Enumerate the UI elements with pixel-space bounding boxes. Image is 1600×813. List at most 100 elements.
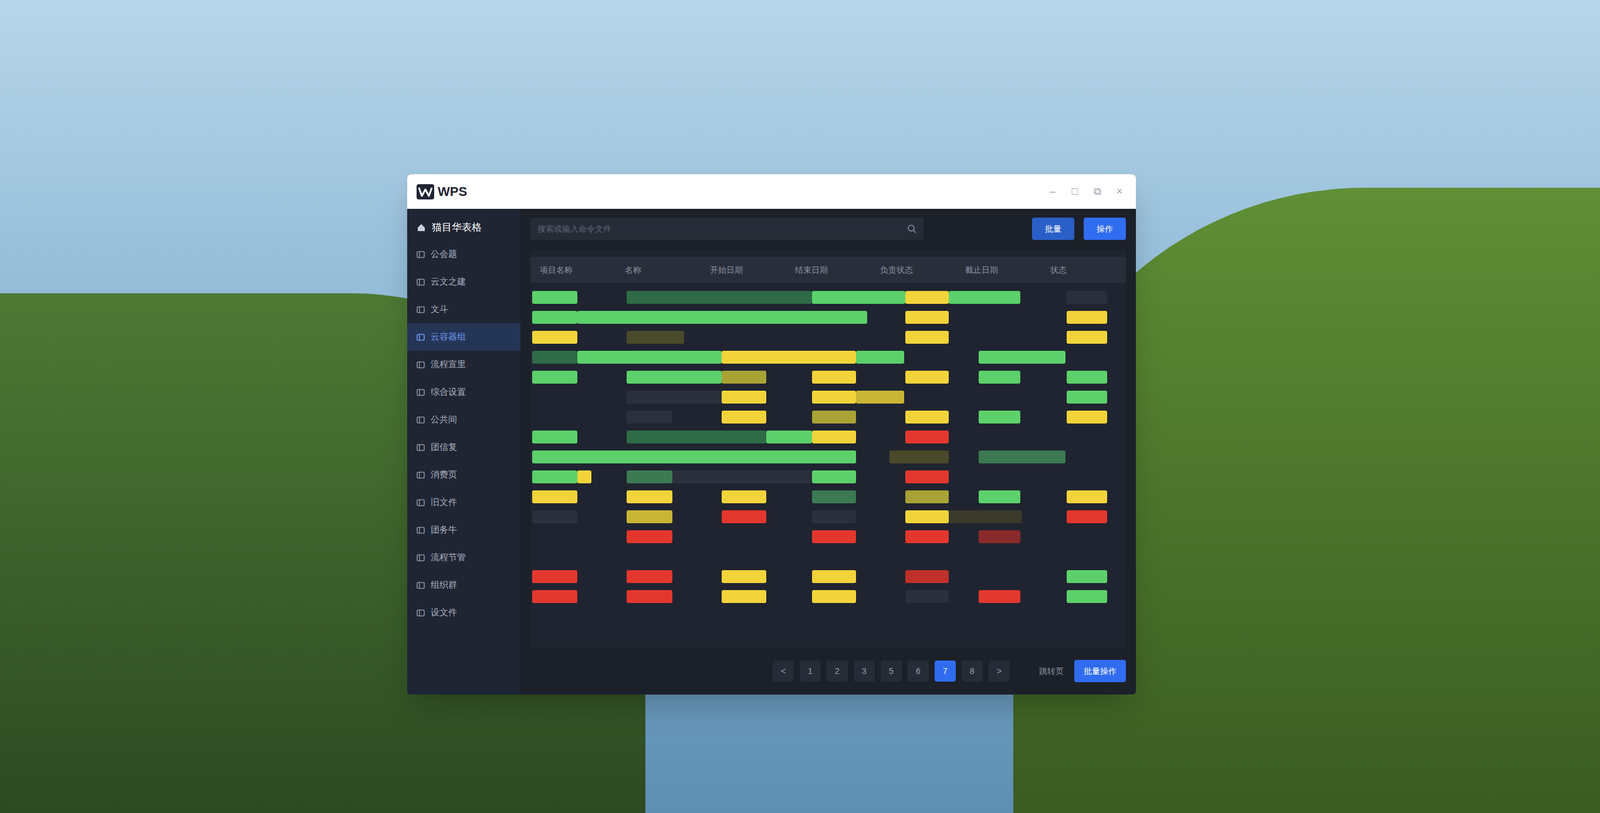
sidebar-item[interactable]: 流程节管 xyxy=(407,543,521,572)
batch-action-button[interactable]: 批量操作 xyxy=(1074,660,1126,683)
gantt-bar[interactable] xyxy=(812,570,857,584)
gantt-bar[interactable] xyxy=(978,350,1066,364)
page-button[interactable]: < xyxy=(772,660,794,682)
gantt-bar[interactable] xyxy=(905,490,949,504)
gantt-bar[interactable] xyxy=(577,310,868,324)
table-row[interactable] xyxy=(530,367,1126,388)
toolbar-button[interactable]: 批量 xyxy=(1032,217,1075,240)
column-header[interactable]: 结束日期 xyxy=(785,264,871,277)
table-row[interactable] xyxy=(530,307,1126,328)
gantt-bar[interactable] xyxy=(812,291,906,304)
gantt-bar[interactable] xyxy=(905,370,949,384)
gantt-bar[interactable] xyxy=(721,590,766,604)
gantt-bar[interactable] xyxy=(812,490,857,504)
table-row[interactable] xyxy=(530,586,1126,607)
gantt-bar[interactable] xyxy=(532,291,578,304)
gantt-bar[interactable] xyxy=(905,430,949,444)
gantt-bar[interactable] xyxy=(532,570,578,584)
sidebar-item[interactable]: 云文之建 xyxy=(407,268,521,296)
gantt-bar[interactable] xyxy=(1066,310,1108,324)
gantt-bar[interactable] xyxy=(1066,510,1108,524)
table-row[interactable] xyxy=(530,546,1126,567)
gantt-bar[interactable] xyxy=(532,310,578,324)
gantt-bar[interactable] xyxy=(721,410,766,424)
gantt-bar[interactable] xyxy=(978,370,1021,384)
gantt-bar[interactable] xyxy=(1066,490,1108,504)
gantt-bar[interactable] xyxy=(905,510,949,524)
page-button[interactable]: 3 xyxy=(853,660,875,682)
gantt-bar[interactable] xyxy=(978,450,1066,464)
column-header[interactable]: 名称 xyxy=(615,264,701,277)
page-button[interactable]: 5 xyxy=(880,660,902,682)
gantt-bar[interactable] xyxy=(812,410,857,424)
sidebar-item[interactable]: 综合设置 xyxy=(407,378,521,407)
gantt-bar[interactable] xyxy=(856,350,904,364)
gantt-bar[interactable] xyxy=(626,590,673,604)
search-input[interactable] xyxy=(537,222,908,236)
column-header[interactable]: 截止日期 xyxy=(955,264,1041,277)
gantt-bar[interactable] xyxy=(1066,410,1108,424)
gantt-bar[interactable] xyxy=(626,470,673,484)
sidebar-item[interactable]: 云容器组 xyxy=(407,323,521,351)
sidebar-item[interactable]: 消费页 xyxy=(407,461,521,489)
table-row[interactable] xyxy=(530,486,1126,507)
gantt-bar[interactable] xyxy=(1066,291,1108,304)
gantt-bar[interactable] xyxy=(812,530,857,544)
gantt-bar[interactable] xyxy=(672,470,813,484)
table-row[interactable] xyxy=(530,347,1126,368)
gantt-bar[interactable] xyxy=(905,530,949,544)
gantt-bar[interactable] xyxy=(577,350,723,364)
table-row[interactable] xyxy=(530,566,1126,587)
page-button[interactable]: 2 xyxy=(826,660,848,682)
gantt-bar[interactable] xyxy=(978,590,1021,604)
gantt-bar[interactable] xyxy=(721,350,857,364)
gantt-bar[interactable] xyxy=(812,590,857,604)
gantt-bar[interactable] xyxy=(812,430,857,444)
gantt-bar[interactable] xyxy=(721,570,766,584)
gantt-bar[interactable] xyxy=(532,430,578,444)
sidebar-item[interactable]: 流程宣里 xyxy=(407,350,521,379)
gantt-bar[interactable] xyxy=(978,490,1021,504)
gantt-bar[interactable] xyxy=(532,470,578,484)
page-button[interactable]: 6 xyxy=(907,660,929,682)
gantt-bar[interactable] xyxy=(721,510,766,524)
gantt-bar[interactable] xyxy=(766,430,813,444)
gantt-bar[interactable] xyxy=(626,291,813,304)
window-control-button[interactable]: ⧉ xyxy=(1090,183,1105,200)
table-row[interactable] xyxy=(530,387,1126,408)
sidebar-item[interactable]: 公共间 xyxy=(407,406,521,434)
gantt-bar[interactable] xyxy=(905,590,949,604)
gantt-bar[interactable] xyxy=(626,430,767,444)
gantt-bar[interactable] xyxy=(532,350,578,364)
gantt-bar[interactable] xyxy=(532,450,857,464)
gantt-bar[interactable] xyxy=(812,510,857,524)
gantt-bar[interactable] xyxy=(978,530,1021,544)
gantt-bar[interactable] xyxy=(905,570,949,584)
gantt-bar[interactable] xyxy=(1066,370,1108,384)
table-row[interactable] xyxy=(530,287,1126,308)
sidebar-item[interactable]: 旧文件 xyxy=(407,488,521,517)
gantt-bar[interactable] xyxy=(948,291,1021,304)
gantt-bar[interactable] xyxy=(856,390,904,404)
sidebar-item[interactable]: 团务牛 xyxy=(407,516,521,544)
table-row[interactable] xyxy=(530,526,1126,547)
gantt-bar[interactable] xyxy=(577,470,593,484)
gantt-bar[interactable] xyxy=(532,490,578,504)
gantt-bar[interactable] xyxy=(626,370,722,384)
gantt-bar[interactable] xyxy=(626,330,685,344)
table-row[interactable] xyxy=(530,407,1126,428)
page-button[interactable]: 8 xyxy=(961,660,983,682)
gantt-bar[interactable] xyxy=(626,510,673,524)
gantt-bar[interactable] xyxy=(626,490,673,504)
gantt-bar[interactable] xyxy=(812,370,857,384)
gantt-bar[interactable] xyxy=(905,410,949,424)
table-row[interactable] xyxy=(530,427,1126,448)
gantt-bar[interactable] xyxy=(626,410,673,424)
window-control-button[interactable]: □ xyxy=(1067,183,1082,200)
table-row[interactable] xyxy=(530,467,1126,487)
sidebar-item[interactable]: 设文件 xyxy=(407,599,521,627)
gantt-bar[interactable] xyxy=(889,450,950,464)
gantt-bar[interactable] xyxy=(721,390,766,404)
table-row[interactable] xyxy=(530,447,1126,468)
gantt-bar[interactable] xyxy=(626,530,673,544)
